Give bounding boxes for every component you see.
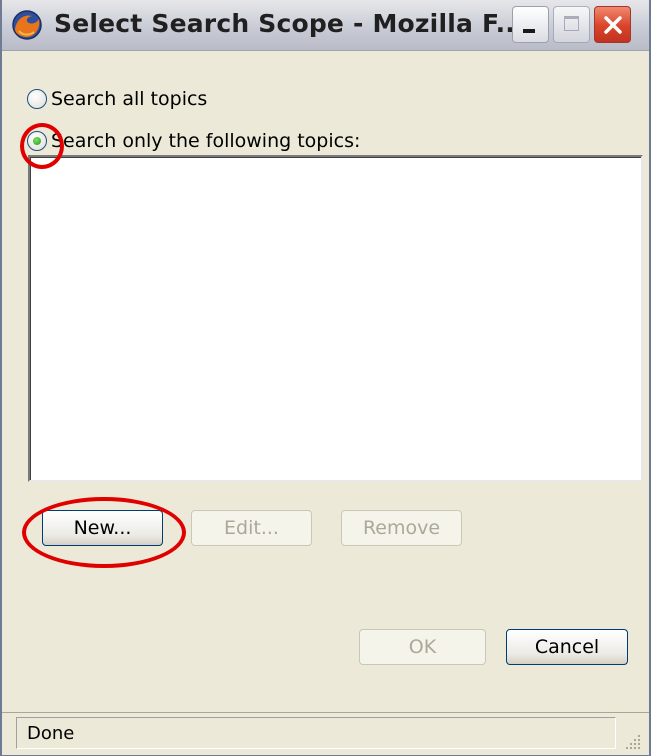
ok-button[interactable]: OK [359, 629, 486, 665]
search-all-topics-label: Search all topics [51, 88, 208, 110]
dialog-window: Select Search Scope - Mozilla F... Searc… [0, 0, 651, 756]
edit-button[interactable]: Edit... [191, 510, 312, 546]
resize-grip-icon[interactable] [623, 731, 643, 751]
radio-search-following-topics[interactable]: Search only the following topics: [27, 130, 360, 152]
radio-search-all-topics[interactable]: Search all topics [27, 88, 207, 110]
radio-button-following-topics[interactable] [27, 131, 47, 151]
minimize-icon [523, 29, 535, 33]
close-icon [604, 16, 622, 34]
search-following-topics-label: Search only the following topics: [51, 130, 361, 152]
status-text: Done [16, 717, 616, 749]
minimize-button[interactable] [512, 6, 549, 43]
new-button[interactable]: New... [42, 510, 163, 546]
status-bar: Done [2, 712, 649, 755]
remove-button[interactable]: Remove [341, 510, 462, 546]
window-title: Select Search Scope - Mozilla F... [54, 9, 525, 38]
cancel-button[interactable]: Cancel [506, 629, 628, 665]
topics-listbox[interactable] [28, 155, 643, 482]
firefox-icon [12, 10, 42, 40]
radio-button-all-topics[interactable] [27, 89, 47, 109]
maximize-icon [564, 16, 579, 31]
title-bar[interactable]: Select Search Scope - Mozilla F... [2, 0, 649, 51]
close-button[interactable] [594, 6, 631, 43]
maximize-button[interactable] [553, 6, 590, 43]
